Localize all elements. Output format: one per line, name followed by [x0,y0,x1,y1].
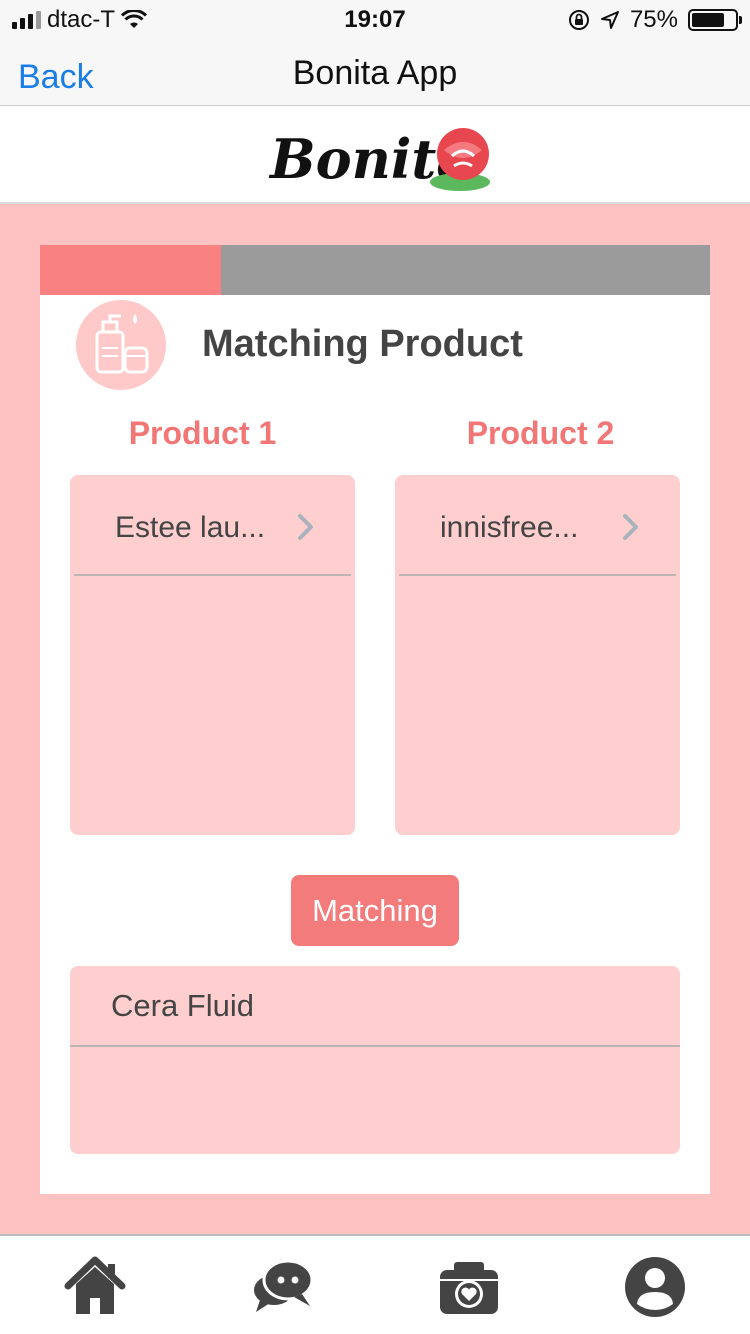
chevron-right-icon [623,514,638,540]
navigation-bar: Back Bonita App [0,40,750,106]
product-1-panel: Estee lau... [70,475,355,835]
result-title: Cera Fluid [111,988,254,1023]
status-right: 75% [568,6,742,34]
product-1-label: Product 1 [128,415,277,451]
nav-title: Bonita App [292,54,458,92]
home-icon[interactable] [62,1254,128,1320]
progress-bar [40,245,710,295]
bonita-logo: Bonita [268,127,490,191]
orientation-lock-icon [568,10,589,30]
progress-fill [40,245,221,295]
camera-icon[interactable] [436,1254,502,1320]
product-1-select[interactable]: Estee lau... [74,475,351,576]
cosmetics-icon [76,300,166,390]
chat-icon[interactable] [250,1254,316,1320]
battery-percent: 75% [629,6,678,33]
location-icon [600,11,619,29]
page-heading: Matching Product [202,323,523,365]
profile-icon[interactable] [622,1254,688,1320]
battery-icon [688,9,742,31]
tab-bar [0,1234,750,1334]
product-2-label: Product 2 [466,415,615,451]
product-2-name: innisfree... [440,511,579,544]
result-panel: Cera Fluid [70,966,680,1154]
logo-bar: Bonita [0,106,750,204]
result-title-row: Cera Fluid [70,966,680,1047]
product-2-select[interactable]: innisfree... [399,475,676,576]
matching-button[interactable]: Matching [291,875,459,946]
status-bar: dtac-T 19:07 75% [0,0,750,40]
chevron-right-icon [298,514,313,540]
product-1-name: Estee lau... [115,511,266,544]
matching-card: Matching Product Product 1 Product 2 Est… [40,245,710,1194]
product-2-panel: innisfree... [395,475,680,835]
